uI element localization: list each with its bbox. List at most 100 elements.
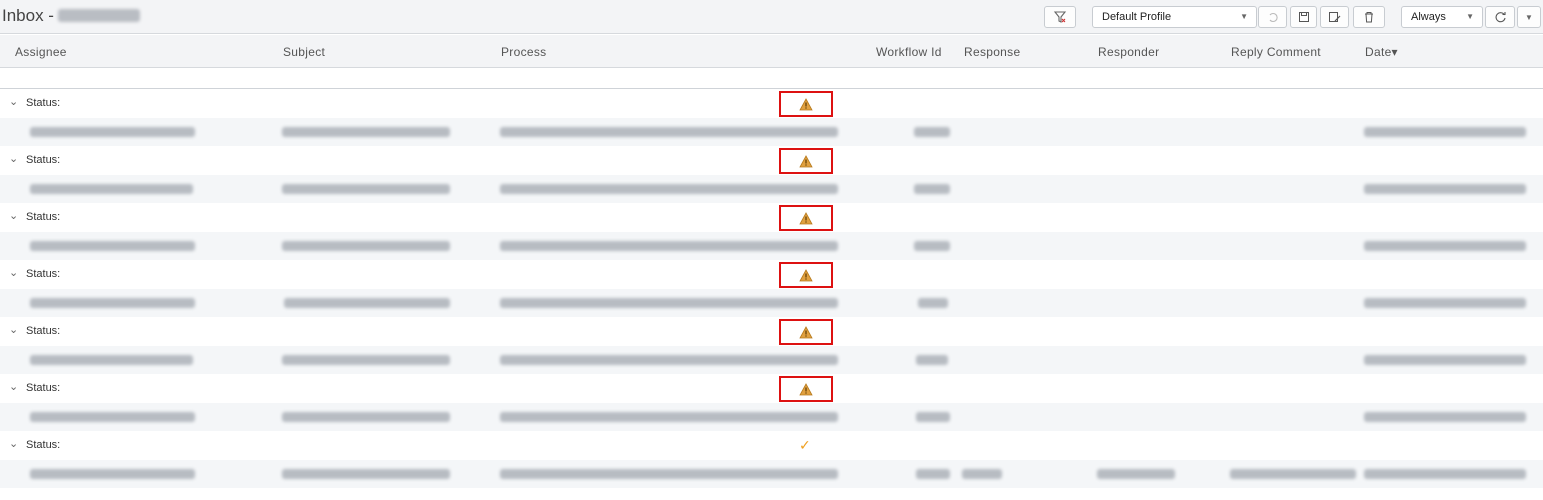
profile-select-value: Default Profile xyxy=(1102,11,1172,23)
subject-cell xyxy=(282,412,450,422)
workflow-id-cell xyxy=(916,355,948,365)
chevron-down-icon[interactable]: ⌄ xyxy=(9,266,18,279)
warning-icon xyxy=(799,154,813,167)
group-label: Status: xyxy=(26,97,61,109)
profile-select[interactable]: Default Profile ▼ xyxy=(1092,6,1257,28)
delete-button[interactable] xyxy=(1353,6,1385,28)
responder-cell xyxy=(1097,469,1175,479)
group-label: Status: xyxy=(26,382,61,394)
chevron-down-icon[interactable]: ⌄ xyxy=(9,209,18,222)
group-label: Status: xyxy=(26,325,61,337)
subject-cell xyxy=(282,241,450,251)
filter-icon xyxy=(1053,11,1067,23)
subject-cell xyxy=(284,298,450,308)
undo-button[interactable] xyxy=(1258,6,1287,28)
auto-refresh-value: Always xyxy=(1411,11,1446,23)
page-title-text: Inbox - xyxy=(2,6,54,25)
save-icon xyxy=(1298,12,1309,22)
status-warning-highlight xyxy=(779,148,833,174)
column-workflow-id[interactable]: Workflow Id xyxy=(876,45,942,59)
process-cell xyxy=(500,412,838,422)
filter-button[interactable] xyxy=(1044,6,1076,28)
column-header: Assignee Subject Process Workflow Id Res… xyxy=(0,35,1543,68)
assignee-cell xyxy=(30,469,195,479)
assignee-cell xyxy=(30,298,195,308)
save-as-button[interactable] xyxy=(1320,6,1349,28)
filter-row xyxy=(0,68,1543,89)
group-label: Status: xyxy=(26,154,61,166)
subject-cell xyxy=(282,184,450,194)
chevron-down-icon[interactable]: ⌄ xyxy=(9,380,18,393)
group-header[interactable]: ⌄ Status: xyxy=(0,146,1543,175)
assignee-cell xyxy=(30,127,195,137)
auto-refresh-select[interactable]: Always ▼ xyxy=(1401,6,1483,28)
status-warning-highlight xyxy=(779,262,833,288)
workflow-id-cell xyxy=(916,469,950,479)
save-button[interactable] xyxy=(1290,6,1317,28)
chevron-down-icon[interactable]: ⌄ xyxy=(9,152,18,165)
date-cell xyxy=(1364,241,1526,251)
date-cell xyxy=(1364,469,1526,479)
column-subject[interactable]: Subject xyxy=(283,45,325,59)
process-cell xyxy=(500,469,838,479)
chevron-down-icon: ▼ xyxy=(1525,12,1533,22)
date-cell xyxy=(1364,298,1526,308)
workflow-id-cell xyxy=(914,241,950,251)
save-as-icon xyxy=(1329,12,1341,22)
table-row[interactable] xyxy=(0,460,1543,488)
refresh-button[interactable] xyxy=(1485,6,1515,28)
group-label: Status: xyxy=(26,211,61,223)
column-response[interactable]: Response xyxy=(964,45,1020,59)
subject-cell xyxy=(282,469,450,479)
column-responder[interactable]: Responder xyxy=(1098,45,1159,59)
workflow-id-cell xyxy=(918,298,948,308)
refresh-options-button[interactable]: ▼ xyxy=(1517,6,1541,28)
assignee-cell xyxy=(30,184,193,194)
date-cell xyxy=(1364,127,1526,137)
chevron-down-icon: ▼ xyxy=(1466,12,1474,21)
trash-icon xyxy=(1365,12,1373,23)
group-label: Status: xyxy=(26,439,61,451)
group-header[interactable]: ⌄ Status: xyxy=(0,317,1543,346)
warning-icon xyxy=(799,97,813,110)
table-row[interactable] xyxy=(0,175,1543,203)
status-warning-highlight xyxy=(779,205,833,231)
reply-comment-cell xyxy=(1230,469,1356,479)
process-cell xyxy=(500,355,838,365)
warning-icon xyxy=(799,268,813,281)
undo-icon xyxy=(1269,12,1278,23)
column-date[interactable]: Date▾ xyxy=(1365,45,1398,59)
chevron-down-icon[interactable]: ⌄ xyxy=(9,437,18,450)
assignee-cell xyxy=(30,412,195,422)
group-header[interactable]: ⌄ Status: xyxy=(0,260,1543,289)
subject-cell xyxy=(282,127,450,137)
group-label: Status: xyxy=(26,268,61,280)
chevron-down-icon: ▼ xyxy=(1240,12,1248,21)
process-cell xyxy=(500,298,838,308)
table-row[interactable] xyxy=(0,232,1543,260)
group-header[interactable]: ⌄ Status: xyxy=(0,374,1543,403)
table-row[interactable] xyxy=(0,403,1543,431)
group-header[interactable]: ⌄ Status: xyxy=(0,89,1543,118)
chevron-down-icon[interactable]: ⌄ xyxy=(9,95,18,108)
status-warning-highlight xyxy=(779,91,833,117)
date-cell xyxy=(1364,412,1526,422)
workflow-id-cell xyxy=(916,412,950,422)
column-reply-comment[interactable]: Reply Comment xyxy=(1231,45,1321,59)
response-cell xyxy=(962,469,1002,479)
column-process[interactable]: Process xyxy=(501,45,546,59)
process-cell xyxy=(500,241,838,251)
process-cell xyxy=(500,184,838,194)
date-cell xyxy=(1364,355,1526,365)
group-header[interactable]: ⌄ Status: xyxy=(0,203,1543,232)
toolbar: Inbox - Default Profile ▼ Always ▼ ▼ xyxy=(0,0,1543,34)
chevron-down-icon[interactable]: ⌄ xyxy=(9,323,18,336)
table-row[interactable] xyxy=(0,118,1543,146)
table-row[interactable] xyxy=(0,346,1543,374)
warning-icon xyxy=(799,211,813,224)
table-row[interactable] xyxy=(0,289,1543,317)
group-header[interactable]: ⌄ Status: ✓ xyxy=(0,431,1543,460)
workflow-id-cell xyxy=(914,184,950,194)
column-assignee[interactable]: Assignee xyxy=(15,45,67,59)
page-title: Inbox - xyxy=(2,6,140,26)
